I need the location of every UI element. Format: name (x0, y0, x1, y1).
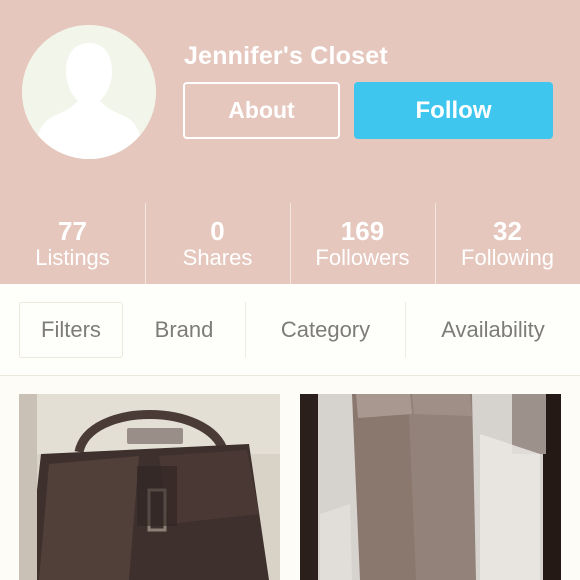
listing-grid (0, 376, 580, 580)
handbag-image (19, 394, 280, 580)
default-avatar-icon (22, 25, 156, 159)
boots-image (300, 394, 561, 580)
filter-availability[interactable]: Availability (405, 302, 580, 358)
listing-card[interactable] (300, 394, 561, 580)
about-button[interactable]: About (183, 82, 340, 139)
stat-value: 32 (493, 215, 522, 246)
closet-title: Jennifer's Closet (184, 42, 388, 70)
avatar[interactable] (22, 25, 156, 159)
stat-value: 0 (210, 215, 225, 246)
filter-bar: Filters Brand Category Availability (0, 284, 580, 376)
filter-brand[interactable]: Brand (123, 302, 245, 358)
filter-category[interactable]: Category (245, 302, 405, 358)
stat-listings[interactable]: 77 Listings (0, 203, 145, 284)
stat-label: Shares (182, 244, 253, 270)
follow-button[interactable]: Follow (354, 82, 553, 139)
stat-label: Following (461, 244, 554, 270)
stat-label: Followers (315, 244, 410, 270)
stat-label: Listings (35, 244, 110, 270)
listing-card[interactable] (19, 394, 280, 580)
profile-header: Jennifer's Closet About Follow 77 Listin… (0, 0, 580, 284)
filter-filters[interactable]: Filters (19, 302, 123, 358)
stat-following[interactable]: 32 Following (435, 203, 580, 284)
stat-followers[interactable]: 169 Followers (290, 203, 435, 284)
stat-value: 169 (340, 215, 385, 246)
stat-shares[interactable]: 0 Shares (145, 203, 290, 284)
stat-value: 77 (58, 215, 87, 246)
stats-bar: 77 Listings 0 Shares 169 Followers 32 Fo… (0, 203, 580, 284)
